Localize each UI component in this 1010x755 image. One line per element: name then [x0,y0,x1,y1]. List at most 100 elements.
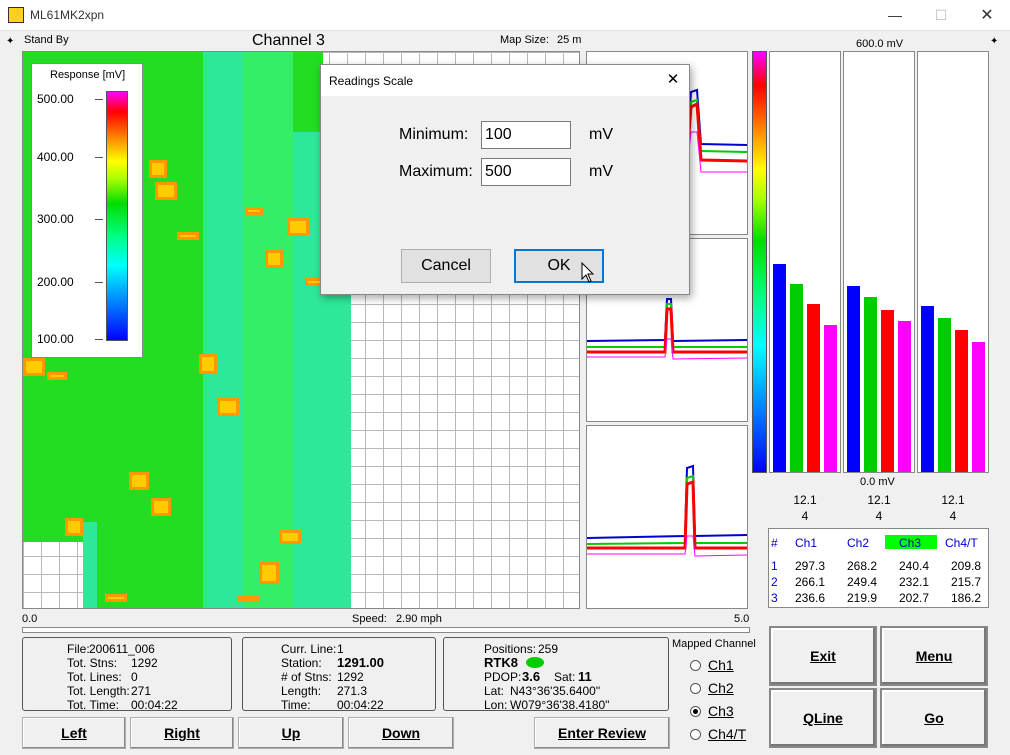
maximum-unit: mV [589,163,613,180]
left-button[interactable]: Left [22,717,126,749]
channel-bar [921,306,934,472]
legend-tick: 300.00 [37,212,74,226]
ch2-radio-label[interactable]: Ch2 [708,680,734,696]
table-cell: 297.3 [795,559,826,573]
legend-colorbar [106,91,128,341]
line-info-box: Curr. Line: 1 Station: 1291.00 # of Stns… [242,637,436,712]
scale-colorbar [752,51,767,473]
enter-review-button[interactable]: Enter Review [534,717,670,749]
channel-bar [955,330,968,472]
channel-bar [790,284,803,472]
table-cell: 209.8 [951,559,982,573]
table-cell: 249.4 [847,575,878,589]
lon-value: W079°36'38.4180" [510,698,610,712]
minimum-input[interactable] [481,121,571,149]
minimum-unit: mV [589,126,613,143]
maximum-label: Maximum: [399,163,473,180]
column-top-value: 12.1 [941,493,965,507]
table-header: Ch1 [795,536,818,550]
map-size-value: 25 m [557,34,582,46]
hot-tile [199,354,217,374]
ch1-radio-label[interactable]: Ch1 [708,657,734,673]
info-label: Length: [281,684,322,698]
map-band [83,522,97,608]
down-button[interactable]: Down [348,717,454,749]
table-cell: 186.2 [951,591,982,605]
bar-scale-top: 600.0 mV [856,38,904,50]
info-label: Tot. Length: [67,684,130,698]
ch1-radio[interactable] [690,660,701,671]
map-band [203,52,243,608]
cancel-button[interactable]: Cancel [401,249,491,283]
table-cell: 219.9 [847,591,878,605]
up-button[interactable]: Up [238,717,344,749]
channel-bar-panel [917,51,989,473]
channel-bar [864,297,877,472]
info-value: 1292 [337,670,364,684]
table-header: Ch4/T [945,536,978,550]
minimum-label: Minimum: [399,126,469,143]
ch2-radio[interactable] [690,683,701,694]
hot-tile [287,218,309,236]
close-button[interactable]: ✕ [964,0,1010,31]
info-value: 00:04:22 [131,698,178,712]
cursor-icon [581,262,595,283]
ch3-radio[interactable] [690,706,701,717]
file-value: 200611_006 [89,642,155,656]
info-value: 0 [131,670,138,684]
maximum-input[interactable] [481,158,571,186]
menu-button[interactable]: Menu [880,626,988,686]
readings-scale-dialog: Readings Scale ✕ Minimum: mV Maximum: mV… [320,64,690,295]
station-value: 1291.00 [337,655,384,670]
map-band [323,292,351,608]
dialog-close-button[interactable]: ✕ [657,70,689,92]
hot-tile [279,530,301,544]
channel-bar [773,264,786,472]
dialog-title-bar: Readings Scale ✕ [321,65,689,96]
go-button[interactable]: Go [880,688,988,748]
info-label: Station: [281,656,322,670]
channel-bar [807,304,820,472]
info-value: 271 [131,684,152,698]
map-size-label: Map Size: [500,34,549,46]
table-cell: 232.1 [899,575,930,589]
exit-button[interactable]: Exit [769,626,877,686]
speed-value: 2.90 mph [396,613,442,625]
info-label: Tot. Stns: [67,656,118,670]
legend-title: Response [mV] [50,69,126,81]
info-value: 00:04:22 [337,698,384,712]
legend-tick: 200.00 [37,275,74,289]
pdop-label: PDOP: [484,670,522,684]
lat-label: Lat: [484,684,505,698]
bar-scale-bottom: 0.0 mV [860,476,895,488]
hot-tile [217,398,239,416]
info-label: Curr. Line: [281,642,337,656]
ch4-radio-label[interactable]: Ch4/T [708,726,746,742]
hot-tile [155,182,177,200]
channel-bar-panel [843,51,915,473]
hot-tile [47,372,67,380]
file-info-box: File: 200611_006 Tot. Stns: 1292 Tot. Li… [22,637,232,712]
table-header: Ch2 [847,536,870,550]
gps-info-box: Positions: 259 RTK8 PDOP: 3.6 Sat: 11 La… [443,637,669,712]
minimize-button[interactable]: — [872,0,918,31]
ch4-radio[interactable] [690,729,701,740]
ch3-radio-label[interactable]: Ch3 [708,703,734,719]
rtk-status: RTK8 [484,655,518,670]
lat-value: N43°36'35.6400" [510,684,601,698]
maximize-button[interactable]: ☐ [918,0,964,31]
positions-label: Positions: [484,642,537,656]
legend-tickmark [95,282,103,283]
qline-button[interactable]: QLine [769,688,877,748]
right-button[interactable]: Right [130,717,234,749]
status-text: Stand By [24,34,69,46]
column-bottom-value: 4 [801,509,809,523]
info-value: 1 [337,642,344,656]
table-header: # [771,536,778,550]
legend-tick: 500.00 [37,92,74,106]
axis-end: 5.0 [734,613,750,625]
trace-plot [587,464,747,557]
hot-tile [129,472,149,490]
hot-tile [237,596,259,602]
info-label: # of Stns: [281,670,332,684]
